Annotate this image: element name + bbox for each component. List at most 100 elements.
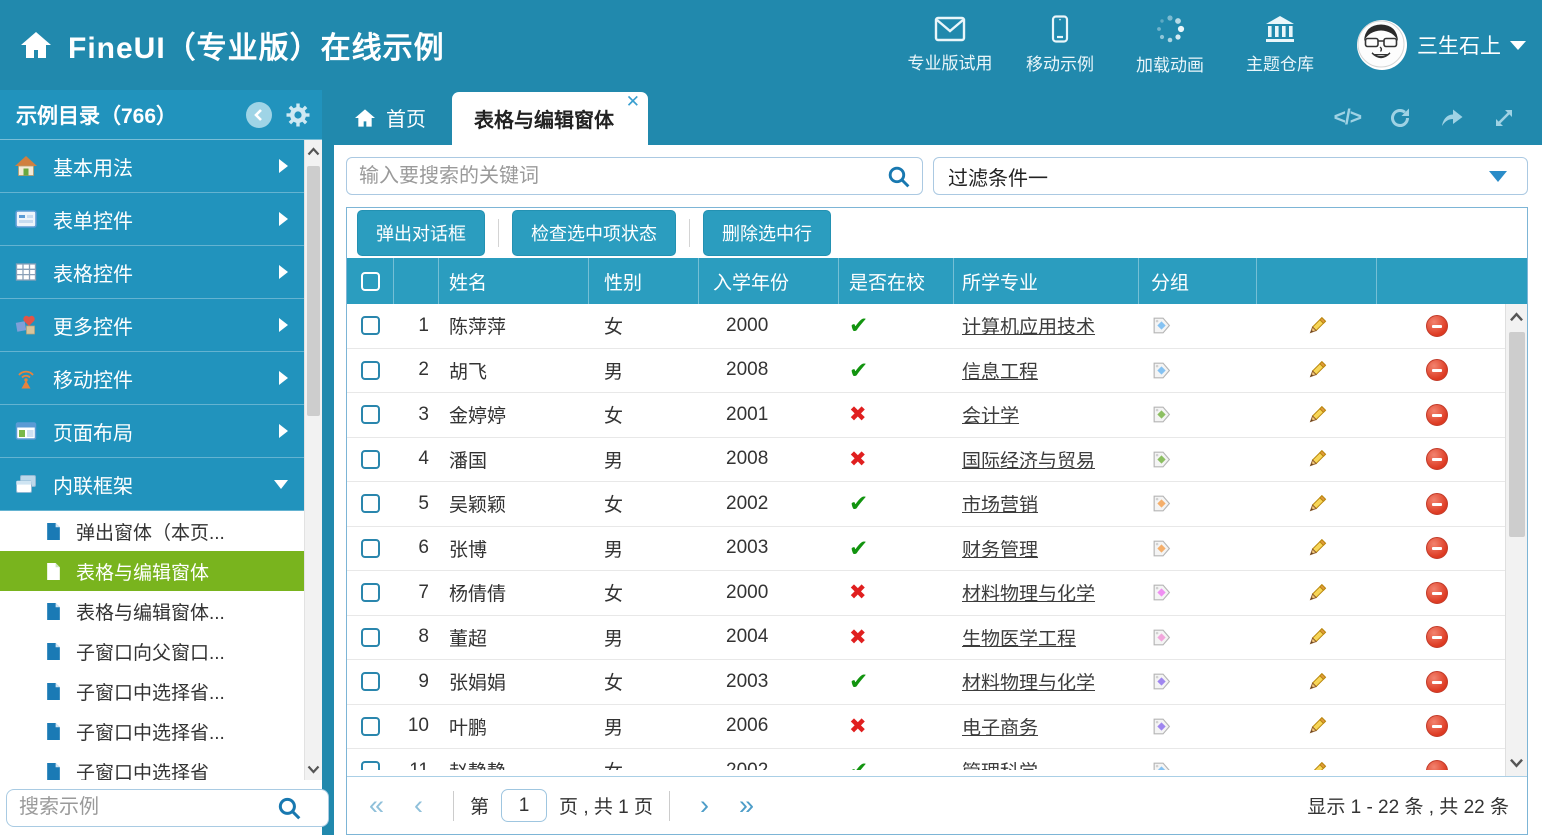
row-checkbox[interactable] [361,494,380,513]
sidebar-subitem[interactable]: 表格与编辑窗体 [0,551,304,591]
filter-dropdown[interactable]: 过滤条件一 [933,157,1528,195]
row-checkbox[interactable] [361,717,380,736]
delete-icon[interactable] [1426,582,1448,604]
sidebar-subitem[interactable]: 子窗口中选择省 [0,751,304,780]
expand-icon[interactable] [1492,106,1516,130]
check-selected-button[interactable]: 检查选中项状态 [512,210,676,256]
keyword-search-input[interactable] [346,157,923,195]
next-page-button[interactable]: › [700,792,709,819]
major-link[interactable]: 信息工程 [962,357,1038,384]
edit-icon[interactable] [1306,671,1328,693]
edit-icon[interactable] [1306,404,1328,426]
select-all-checkbox[interactable] [361,272,380,291]
scroll-up-icon[interactable] [1506,306,1527,328]
col-at-school[interactable]: 是否在校 [839,258,954,304]
scrollbar-thumb[interactable] [307,166,320,416]
sidebar-item-grid-controls[interactable]: 表格控件 [0,246,304,299]
major-link[interactable]: 国际经济与贸易 [962,446,1095,473]
major-link[interactable]: 材料物理与化学 [962,579,1095,606]
delete-icon[interactable] [1426,537,1448,559]
col-major[interactable]: 所学专业 [954,258,1139,304]
nav-theme-repo[interactable]: 主题仓库 [1225,15,1335,75]
sidebar-subitem[interactable]: 子窗口中选择省... [0,711,304,751]
scrollbar-thumb[interactable] [1509,332,1525,537]
major-link[interactable]: 生物医学工程 [962,624,1076,651]
table-scrollbar[interactable] [1505,304,1527,776]
col-name[interactable]: 姓名 [439,258,589,304]
sidebar-subitem[interactable]: 子窗口向父窗口... [0,631,304,671]
scroll-down-icon[interactable] [305,758,322,780]
first-page-button[interactable]: « [369,792,384,819]
delete-icon[interactable] [1426,671,1448,693]
nav-pro-trial[interactable]: 专业版试用 [895,16,1005,74]
user-menu[interactable]: 三生石上 [1417,30,1526,60]
source-code-icon[interactable]: </> [1334,106,1361,130]
close-icon[interactable]: ✕ [626,93,640,110]
nav-loading-anim[interactable]: 加载动画 [1115,14,1225,76]
collapse-sidebar-button[interactable] [246,102,272,128]
major-link[interactable]: 财务管理 [962,535,1038,562]
scroll-down-icon[interactable] [1506,752,1527,774]
row-checkbox[interactable] [361,628,380,647]
edit-icon[interactable] [1306,715,1328,737]
row-checkbox[interactable] [361,450,380,469]
sidebar-item-mobile-controls[interactable]: 移动控件 [0,352,304,405]
search-icon[interactable] [886,164,911,194]
edit-icon[interactable] [1306,537,1328,559]
edit-icon[interactable] [1306,582,1328,604]
edit-icon[interactable] [1306,315,1328,337]
sidebar-scrollbar[interactable] [304,140,322,780]
delete-icon[interactable] [1426,448,1448,470]
delete-icon[interactable] [1426,493,1448,515]
delete-icon[interactable] [1426,715,1448,737]
delete-icon[interactable] [1426,404,1448,426]
sidebar-subitem[interactable]: 子窗口中选择省... [0,671,304,711]
tab-home[interactable]: 首页 [334,90,452,145]
prev-page-button[interactable]: ‹ [414,792,423,819]
tab-active[interactable]: 表格与编辑窗体 ✕ [452,92,648,145]
delete-icon[interactable] [1426,760,1448,770]
sidebar-item-page-layout[interactable]: 页面布局 [0,405,304,458]
major-link[interactable]: 计算机应用技术 [962,312,1095,339]
nav-mobile-demo[interactable]: 移动示例 [1005,15,1115,75]
row-checkbox[interactable] [361,405,380,424]
delete-icon[interactable] [1426,359,1448,381]
col-enroll-year[interactable]: 入学年份 [699,258,839,304]
row-checkbox[interactable] [361,539,380,558]
delete-icon[interactable] [1426,315,1448,337]
delete-icon[interactable] [1426,626,1448,648]
sidebar-item-more-controls[interactable]: 更多控件 [0,299,304,352]
scroll-up-icon[interactable] [305,140,322,162]
delete-selected-button[interactable]: 删除选中行 [703,210,831,256]
edit-icon[interactable] [1306,760,1328,770]
row-checkbox[interactable] [361,361,380,380]
major-link[interactable]: 电子商务 [962,713,1038,740]
major-link[interactable]: 管理科学 [962,757,1038,770]
edit-icon[interactable] [1306,448,1328,470]
row-checkbox[interactable] [361,761,380,770]
sidebar-item-iframe[interactable]: 内联框架 [0,458,304,511]
search-icon[interactable] [276,795,302,826]
sidebar-item-form-controls[interactable]: 表单控件 [0,193,304,246]
major-link[interactable]: 会计学 [962,401,1019,428]
col-gender[interactable]: 性别 [589,258,699,304]
sidebar-subitem[interactable]: 弹出窗体（本页... [0,511,304,551]
row-checkbox[interactable] [361,583,380,602]
share-icon[interactable] [1439,106,1465,130]
refresh-icon[interactable] [1388,106,1412,130]
edit-icon[interactable] [1306,626,1328,648]
row-checkbox[interactable] [361,316,380,335]
col-group[interactable]: 分组 [1139,258,1257,304]
page-number-input[interactable] [501,789,547,822]
row-checkbox[interactable] [361,672,380,691]
last-page-button[interactable]: » [739,792,754,819]
sidebar-item-basic-usage[interactable]: 基本用法 [0,140,304,193]
major-link[interactable]: 市场营销 [962,490,1038,517]
edit-icon[interactable] [1306,493,1328,515]
open-dialog-button[interactable]: 弹出对话框 [357,210,485,256]
edit-icon[interactable] [1306,359,1328,381]
sidebar-subitem[interactable]: 表格与编辑窗体... [0,591,304,631]
major-link[interactable]: 材料物理与化学 [962,668,1095,695]
avatar[interactable] [1357,20,1407,70]
gear-icon[interactable] [286,103,310,127]
